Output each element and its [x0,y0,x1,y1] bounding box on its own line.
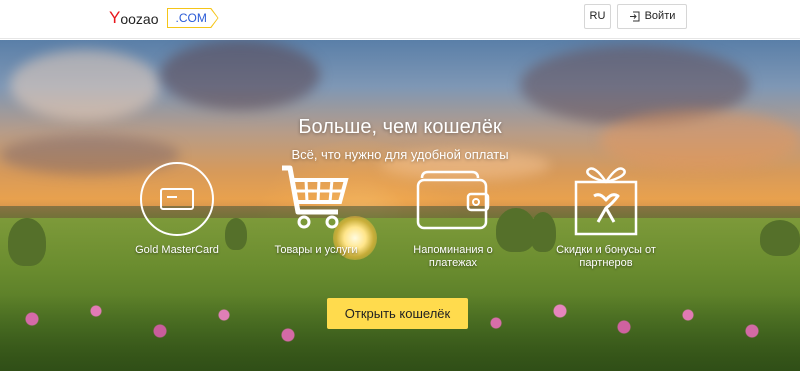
top-bar: Y oozao .COM RU Войти [0,0,800,39]
gift-icon [546,156,666,240]
logo-tld-text: .COM [167,9,218,27]
feature-gold-mastercard[interactable]: Gold MasterCard [117,160,237,257]
feature-payment-reminders[interactable]: Напоминания о платежах [393,168,513,270]
feature-label: Gold MasterCard [135,244,219,256]
logo-first-letter: Y [109,8,121,27]
wallet-icon [393,168,513,240]
open-wallet-button[interactable]: Открыть кошелёк [327,298,468,329]
feature-label: Товары и услуги [274,244,358,256]
login-arrow-icon [629,11,640,22]
login-button[interactable]: Войти [617,4,687,29]
hero-banner: Больше, чем кошелёк Всё, что нужно для у… [0,40,800,371]
language-button[interactable]: RU [584,4,611,29]
feature-label: Напоминания о платежах [413,244,493,269]
feature-discounts-bonuses[interactable]: Скидки и бонусы от партнеров [546,156,666,270]
login-label: Войти [644,10,676,22]
logo-tld-badge: .COM [166,8,219,28]
card-icon [117,160,237,240]
logo-text: oozao [120,11,159,27]
shopping-cart-icon [256,162,376,240]
feature-label: Скидки и бонусы от партнеров [556,244,656,269]
feature-goods-services[interactable]: Товары и услуги [256,162,376,257]
hero-title: Больше, чем кошелёк [298,116,502,138]
site-logo[interactable]: Y oozao .COM [109,8,219,28]
